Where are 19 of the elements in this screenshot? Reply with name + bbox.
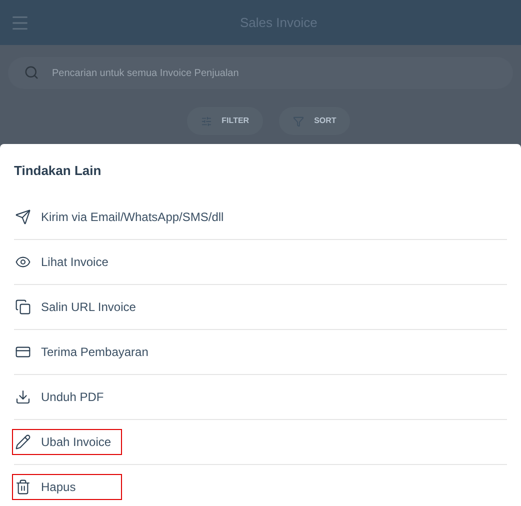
action-item[interactable]: Unduh PDF: [12, 384, 113, 410]
copy-icon: [15, 298, 31, 314]
action-item[interactable]: Hapus: [12, 474, 122, 500]
action-item[interactable]: Lihat Invoice: [12, 248, 118, 274]
action-item[interactable]: Kirim via Email/WhatsApp/SMS/dll: [12, 204, 233, 230]
pencil-icon: [15, 434, 31, 450]
action-item[interactable]: Salin URL Invoice: [12, 294, 145, 320]
action-item[interactable]: Terima Pembayaran: [12, 338, 158, 364]
sheet-title: Tindakan Lain: [14, 162, 102, 180]
trash-icon: [15, 479, 31, 495]
filter-button[interactable]: FILTER: [186, 107, 264, 135]
action-item[interactable]: Ubah Invoice: [12, 428, 122, 454]
download-icon: [15, 388, 31, 404]
send-icon: [15, 208, 31, 224]
search-field[interactable]: Pencarian untuk semua Invoice Penjualan: [8, 57, 513, 89]
sliders-icon: [200, 116, 212, 126]
funnel-icon: [293, 116, 304, 126]
sort-button[interactable]: SORT: [279, 107, 350, 135]
search-icon: [24, 65, 39, 80]
